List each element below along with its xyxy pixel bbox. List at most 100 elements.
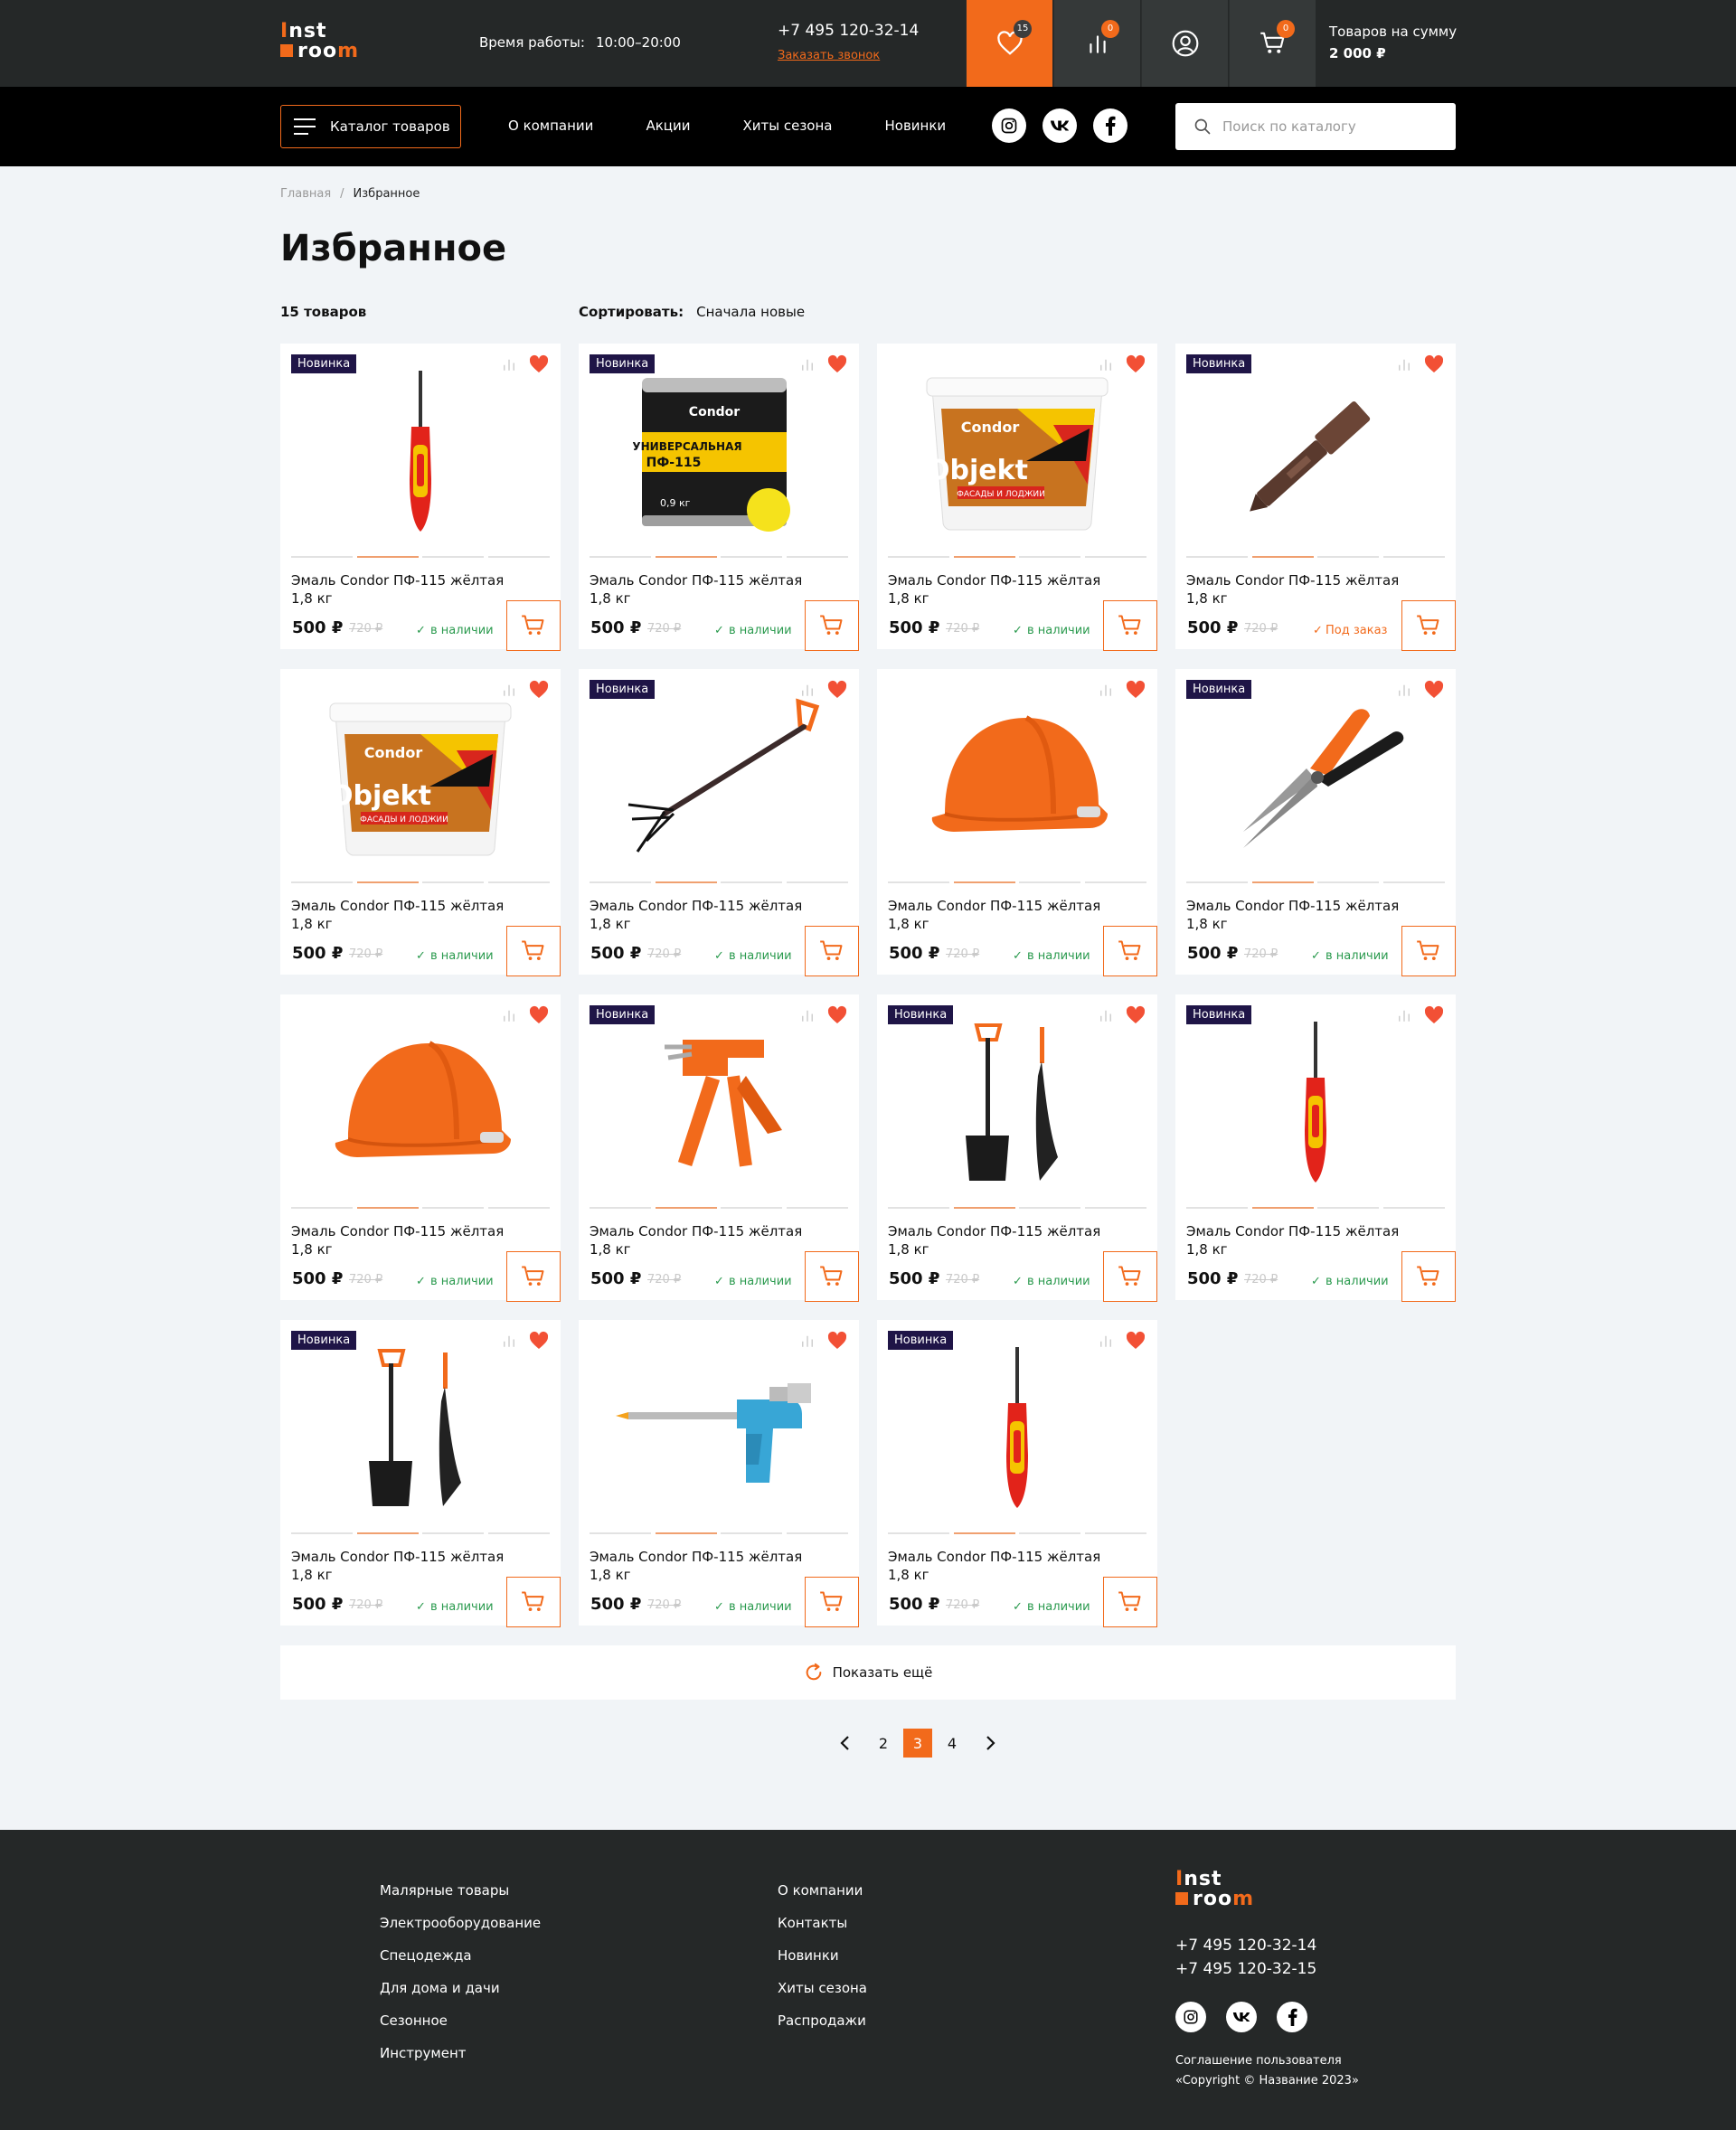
product-card[interactable]: Новинка Эмаль Condor ПФ-115 жёлтая 1,8 кг… xyxy=(1175,994,1456,1302)
sort-value[interactable]: Сначала новые xyxy=(696,304,805,320)
footer-link[interactable]: Хиты сезона xyxy=(778,1980,867,1996)
product-image[interactable] xyxy=(579,696,859,859)
add-to-cart-button[interactable] xyxy=(1103,1577,1157,1627)
account-button[interactable] xyxy=(1141,0,1228,87)
product-image[interactable] xyxy=(579,1022,859,1184)
product-image[interactable] xyxy=(877,1347,1157,1510)
image-slider-dots[interactable] xyxy=(1186,556,1445,558)
product-image[interactable] xyxy=(877,1022,1157,1184)
product-card[interactable]: Новинка Эмаль Condor ПФ-115 жёлтая 1,8 кг… xyxy=(877,994,1157,1302)
footer-phone-1[interactable]: +7 495 120-32-14 xyxy=(1175,1937,1316,1955)
product-image[interactable] xyxy=(1175,371,1456,533)
add-to-cart-button[interactable] xyxy=(1103,1251,1157,1302)
image-slider-dots[interactable] xyxy=(590,556,848,558)
add-to-cart-button[interactable] xyxy=(1401,600,1456,651)
page-4[interactable]: 4 xyxy=(938,1729,967,1758)
product-card[interactable]: Новинка Эмаль Condor ПФ-115 жёлтая 1,8 кг… xyxy=(877,1320,1157,1627)
callback-link[interactable]: Заказать звонок xyxy=(778,49,880,62)
image-slider-dots[interactable] xyxy=(590,1207,848,1209)
footer-link[interactable]: Малярные товары xyxy=(380,1882,541,1899)
page-3-current[interactable]: 3 xyxy=(903,1729,932,1758)
add-to-cart-button[interactable] xyxy=(1401,1251,1456,1302)
image-slider-dots[interactable] xyxy=(590,881,848,883)
product-card[interactable]: Новинка Эмаль Condor ПФ-115 жёлтая 1,8 кг… xyxy=(280,344,561,651)
vk-icon[interactable] xyxy=(1043,108,1077,143)
prev-page-button[interactable] xyxy=(830,1729,859,1758)
footer-link[interactable]: Электрооборудование xyxy=(380,1915,541,1931)
product-image[interactable] xyxy=(280,1022,561,1184)
add-to-cart-button[interactable] xyxy=(506,600,561,651)
product-card[interactable]: Новинка Эмаль Condor ПФ-115 жёлтая 1,8 кг… xyxy=(579,994,859,1302)
product-card[interactable]: Новинка Эмаль Condor ПФ-115 жёлтая 1,8 кг… xyxy=(1175,344,1456,651)
product-image[interactable]: Condor Objekt ФАСАДЫ И ЛОДЖИИ xyxy=(877,371,1157,533)
product-card[interactable]: Новинка Эмаль Condor ПФ-115 жёлтая 1,8 кг… xyxy=(280,1320,561,1627)
image-slider-dots[interactable] xyxy=(291,556,550,558)
product-card[interactable]: Эмаль Condor ПФ-115 жёлтая 1,8 кг 500 ₽ 7… xyxy=(280,994,561,1302)
footer-link[interactable]: Спецодежда xyxy=(380,1947,541,1964)
favorites-button[interactable]: 15 xyxy=(966,0,1052,87)
product-image[interactable] xyxy=(280,371,561,533)
product-card[interactable]: Новинка Эмаль Condor ПФ-115 жёлтая 1,8 кг… xyxy=(1175,669,1456,976)
footer-link[interactable]: Сезонное xyxy=(380,2012,541,2029)
add-to-cart-button[interactable] xyxy=(805,600,859,651)
image-slider-dots[interactable] xyxy=(888,1207,1146,1209)
product-image[interactable] xyxy=(1175,1022,1456,1184)
footer-link[interactable]: Для дома и дачи xyxy=(380,1980,541,1996)
image-slider-dots[interactable] xyxy=(888,881,1146,883)
product-image[interactable] xyxy=(579,1347,859,1510)
add-to-cart-button[interactable] xyxy=(506,926,561,976)
product-card[interactable]: Condor Objekt ФАСАДЫ И ЛОДЖИИ Эмаль Condor… xyxy=(877,344,1157,651)
add-to-cart-button[interactable] xyxy=(1401,926,1456,976)
nav-link-company[interactable]: О компании xyxy=(508,118,593,134)
image-slider-dots[interactable] xyxy=(590,1532,848,1534)
show-more-button[interactable]: Показать ещё xyxy=(280,1645,1456,1700)
image-slider-dots[interactable] xyxy=(291,1532,550,1534)
footer-link[interactable]: Новинки xyxy=(778,1947,867,1964)
add-to-cart-button[interactable] xyxy=(1103,600,1157,651)
vk-icon[interactable] xyxy=(1226,2002,1257,2032)
product-card[interactable]: Новинка Эмаль Condor ПФ-115 жёлтая 1,8 кг… xyxy=(579,669,859,976)
nav-link-new[interactable]: Новинки xyxy=(884,118,946,134)
facebook-icon[interactable] xyxy=(1277,2002,1307,2032)
product-card[interactable]: Эмаль Condor ПФ-115 жёлтая 1,8 кг 500 ₽ 7… xyxy=(579,1320,859,1627)
footer-logo[interactable]: Inst room xyxy=(1175,1870,1254,1909)
instagram-icon[interactable] xyxy=(992,108,1026,143)
add-to-cart-button[interactable] xyxy=(805,1251,859,1302)
instagram-icon[interactable] xyxy=(1175,2002,1206,2032)
next-page-button[interactable] xyxy=(976,1729,1005,1758)
cart-summary[interactable]: Товаров на сумму 2 000 ₽ xyxy=(1329,24,1457,61)
product-image[interactable]: Condor Objekt ФАСАДЫ И ЛОДЖИИ xyxy=(280,696,561,859)
facebook-icon[interactable] xyxy=(1093,108,1127,143)
add-to-cart-button[interactable] xyxy=(805,1577,859,1627)
footer-link[interactable]: О компании xyxy=(778,1882,867,1899)
user-agreement-link[interactable]: Соглашение пользователя xyxy=(1175,2054,1342,2068)
product-card[interactable]: Condor Objekt ФАСАДЫ И ЛОДЖИИ Эмаль Condor… xyxy=(280,669,561,976)
image-slider-dots[interactable] xyxy=(1186,1207,1445,1209)
add-to-cart-button[interactable] xyxy=(1103,926,1157,976)
sort-control[interactable]: Сортировать: Сначала новые xyxy=(579,304,805,320)
nav-link-promotions[interactable]: Акции xyxy=(646,118,690,134)
add-to-cart-button[interactable] xyxy=(506,1251,561,1302)
product-card[interactable]: Новинка Condor УНИВЕРСАЛЬНАЯ ПФ-115 0,9 кг … xyxy=(579,344,859,651)
footer-link[interactable]: Инструмент xyxy=(380,2045,541,2061)
page-2[interactable]: 2 xyxy=(869,1729,898,1758)
image-slider-dots[interactable] xyxy=(888,556,1146,558)
product-image[interactable] xyxy=(280,1347,561,1510)
footer-link[interactable]: Распродажи xyxy=(778,2012,867,2029)
header-phone[interactable]: +7 495 120-32-14 xyxy=(778,22,919,40)
breadcrumb-home[interactable]: Главная xyxy=(280,187,331,201)
add-to-cart-button[interactable] xyxy=(805,926,859,976)
product-image[interactable] xyxy=(1175,696,1456,859)
catalog-button[interactable]: Каталог товаров xyxy=(280,105,461,148)
footer-phone-2[interactable]: +7 495 120-32-15 xyxy=(1175,1960,1316,1978)
nav-link-season-hits[interactable]: Хиты сезона xyxy=(742,118,832,134)
search-icon[interactable] xyxy=(1194,118,1212,136)
footer-link[interactable]: Контакты xyxy=(778,1915,867,1931)
image-slider-dots[interactable] xyxy=(888,1532,1146,1534)
image-slider-dots[interactable] xyxy=(291,881,550,883)
compare-button[interactable]: 0 xyxy=(1053,0,1140,87)
search-input[interactable] xyxy=(1222,118,1439,135)
product-image[interactable]: Condor УНИВЕРСАЛЬНАЯ ПФ-115 0,9 кг xyxy=(579,371,859,533)
image-slider-dots[interactable] xyxy=(291,1207,550,1209)
add-to-cart-button[interactable] xyxy=(506,1577,561,1627)
